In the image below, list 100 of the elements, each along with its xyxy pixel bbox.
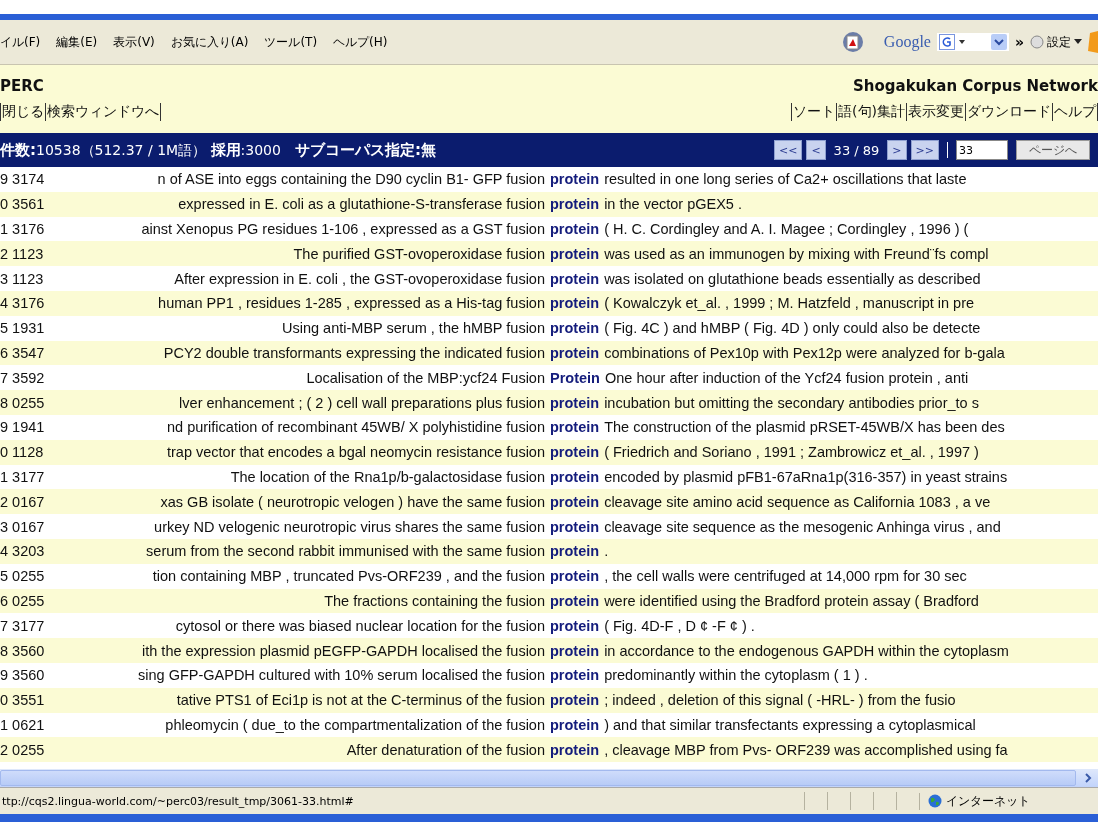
left-context: phleomycin ( due_to the compartmentalization of the fusion <box>164 716 545 733</box>
left-context: sing GFP-GAPDH cultured with 10% serum localised the fusion <box>137 667 545 684</box>
keyword[interactable]: protein <box>550 394 600 411</box>
previous-page-button[interactable]: < <box>806 140 826 160</box>
left-context: serum from the second rabbit immunised with the same fusion <box>145 543 545 560</box>
keyword[interactable]: protein <box>550 642 600 659</box>
search-brand: Google <box>883 33 931 51</box>
keyword[interactable]: protein <box>550 419 600 436</box>
windows-flag-icon <box>1088 31 1098 53</box>
menu-item[interactable]: ツール(T) <box>264 33 318 51</box>
right-context: ) and that similar transfectants expressing a cytoplasmical <box>604 716 976 733</box>
keyword[interactable]: protein <box>550 196 600 213</box>
site-title: PERC <box>0 77 44 95</box>
right-context: were identified using the Bradford protein assay ( Bradford <box>604 592 979 609</box>
keyword[interactable]: protein <box>550 320 600 337</box>
row-number: 5 0255 <box>0 568 46 585</box>
keyword[interactable]: protein <box>550 468 600 485</box>
row-number: 4 3203 <box>0 543 46 560</box>
right-context: ( Kowalczyk et_al. , 1999 ; M. Hatzfeld , manuscript in pre <box>604 295 975 312</box>
keyword[interactable]: protein <box>550 568 600 585</box>
menu-item[interactable]: お気に入り(A) <box>170 33 249 51</box>
left-context: tion containing MBP , truncated Pvs-ORF239 , and the fusion <box>151 568 545 585</box>
header-link[interactable]: 表示変更 <box>906 103 965 121</box>
right-context: cleavage site amino acid sequence as California 1083 , a ve <box>604 493 991 510</box>
right-context: ( Fig. 4C ) and hMBP ( Fig. 4D ) only could also be detecte <box>604 320 981 337</box>
right-context: . <box>604 543 609 560</box>
row-number: 9 3174 <box>0 171 46 188</box>
keyword[interactable]: protein <box>550 692 600 709</box>
first-page-button[interactable]: << <box>773 140 803 160</box>
keyword[interactable]: protein <box>550 493 600 510</box>
keyword[interactable]: protein <box>550 444 600 461</box>
keyword[interactable]: protein <box>550 221 600 237</box>
left-context: xas GB isolate ( neurotropic velogen ) have the same fusion <box>159 493 545 510</box>
more-tools-button[interactable]: » <box>1014 34 1024 50</box>
globe-icon <box>928 794 942 808</box>
row-number: 2 1123 <box>0 245 45 262</box>
header-link[interactable]: 検索ウィンドウへ <box>45 103 160 121</box>
header-link[interactable]: ソート <box>791 103 837 121</box>
search-dropdown[interactable] <box>936 33 1009 51</box>
header-link[interactable]: ダウンロード <box>965 103 1052 121</box>
status-url: ttp://cqs2.lingua-world.com/~perc03/result_tmp/3061-33.html# <box>1 794 355 808</box>
right-context: , the cell walls were centrifuged at 14,000 rpm for 30 sec <box>604 568 967 585</box>
menu-item[interactable]: イル(F) <box>0 33 41 51</box>
header-link[interactable]: ヘルプ <box>1052 103 1097 121</box>
keyword[interactable]: protein <box>550 295 600 312</box>
right-context: ; indeed , deletion of this signal ( -HRL- ) from the fusio <box>604 692 956 709</box>
radio-icon <box>1030 35 1044 49</box>
row-number: 8 0255 <box>0 394 46 411</box>
keyword[interactable]: protein <box>550 667 600 684</box>
left-context: human PP1 , residues 1-285 , expressed as a His-tag fusion <box>157 295 545 312</box>
settings-label: 設定 <box>1047 33 1071 51</box>
header-link[interactable]: 閉じる <box>0 103 45 121</box>
keyword[interactable]: protein <box>550 518 600 535</box>
right-context: predominantly within the cytoplasm ( 1 ) . <box>604 667 868 684</box>
left-context: Using anti-MBP serum , the hMBP fusion <box>281 320 545 337</box>
right-context: ( H. C. Cordingley and A. I. Magee ; Cordingley , 1996 ) ( <box>604 221 969 237</box>
menu-item[interactable]: 編集(E) <box>56 33 98 51</box>
keyword[interactable]: protein <box>550 270 600 287</box>
next-page-button[interactable]: > <box>887 140 907 160</box>
left-context: lver enhancement ; ( 2 ) cell wall preparations plus fusion <box>178 394 545 411</box>
menu-item[interactable]: ヘルプ(H) <box>333 33 388 51</box>
right-context: incubation but omitting the secondary antibodies prior_to s <box>604 394 979 411</box>
left-context: The fractions containing the fusion <box>323 592 545 609</box>
keyword[interactable]: protein <box>550 245 600 262</box>
row-number: 3 1123 <box>0 270 45 287</box>
keyword[interactable]: Protein <box>550 369 600 386</box>
row-number: 1 3177 <box>0 468 46 485</box>
keyword[interactable]: protein <box>550 543 600 560</box>
keyword[interactable]: protein <box>550 716 600 733</box>
security-zone: インターネット <box>946 792 1030 810</box>
left-context: ainst Xenopus PG residues 1-106 , expressed as a GST fusion <box>140 221 545 237</box>
keyword[interactable]: protein <box>550 741 600 758</box>
settings-button[interactable]: 設定 <box>1030 33 1082 51</box>
row-number: 6 0255 <box>0 592 46 609</box>
right-context: ( Fig. 4D-F , D ¢ -F ¢ ) . <box>604 617 755 634</box>
keyword[interactable]: protein <box>550 344 600 361</box>
pdf-icon[interactable] <box>841 31 864 53</box>
left-context: The purified GST-ovoperoxidase fusion <box>292 245 545 262</box>
keyword[interactable]: protein <box>550 617 600 634</box>
right-context: ( Friedrich and Soriano , 1991 ; Zambrowicz et_al. , 1997 ) <box>604 444 979 461</box>
page-position: 33 / 89 <box>832 142 881 158</box>
keyword[interactable]: protein <box>550 171 600 188</box>
left-context: n of ASE into eggs containing the D90 cyclin B1- GFP fusion <box>156 171 545 188</box>
row-number: 2 0167 <box>0 493 46 510</box>
row-number: 1 3176 <box>0 221 46 237</box>
row-number: 2 0255 <box>0 741 46 758</box>
right-context: in the vector pGEX5 . <box>604 196 742 213</box>
keyword[interactable]: protein <box>550 592 600 609</box>
network-title: Shogakukan Corpus Network <box>853 77 1098 95</box>
go-to-page-button[interactable]: ページへ <box>1016 140 1090 160</box>
left-context: After denaturation of the fusion <box>345 741 545 758</box>
page-number-field[interactable]: 33 <box>956 140 1008 160</box>
right-context: The construction of the plasmid pRSET-45WB/X has been des <box>604 419 1005 436</box>
row-number: 7 3592 <box>0 369 46 386</box>
menu-item[interactable]: 表示(V) <box>113 33 155 51</box>
left-context: Localisation of the MBP:ycf24 Fusion <box>305 369 545 386</box>
left-context: trap vector that encodes a bgal neomycin resistance fusion <box>165 444 545 461</box>
right-context: One hour after induction of the Ycf24 fusion protein , anti <box>604 369 969 386</box>
header-link[interactable]: 語(句)集計 <box>836 103 906 121</box>
last-page-button[interactable]: >> <box>910 140 939 160</box>
